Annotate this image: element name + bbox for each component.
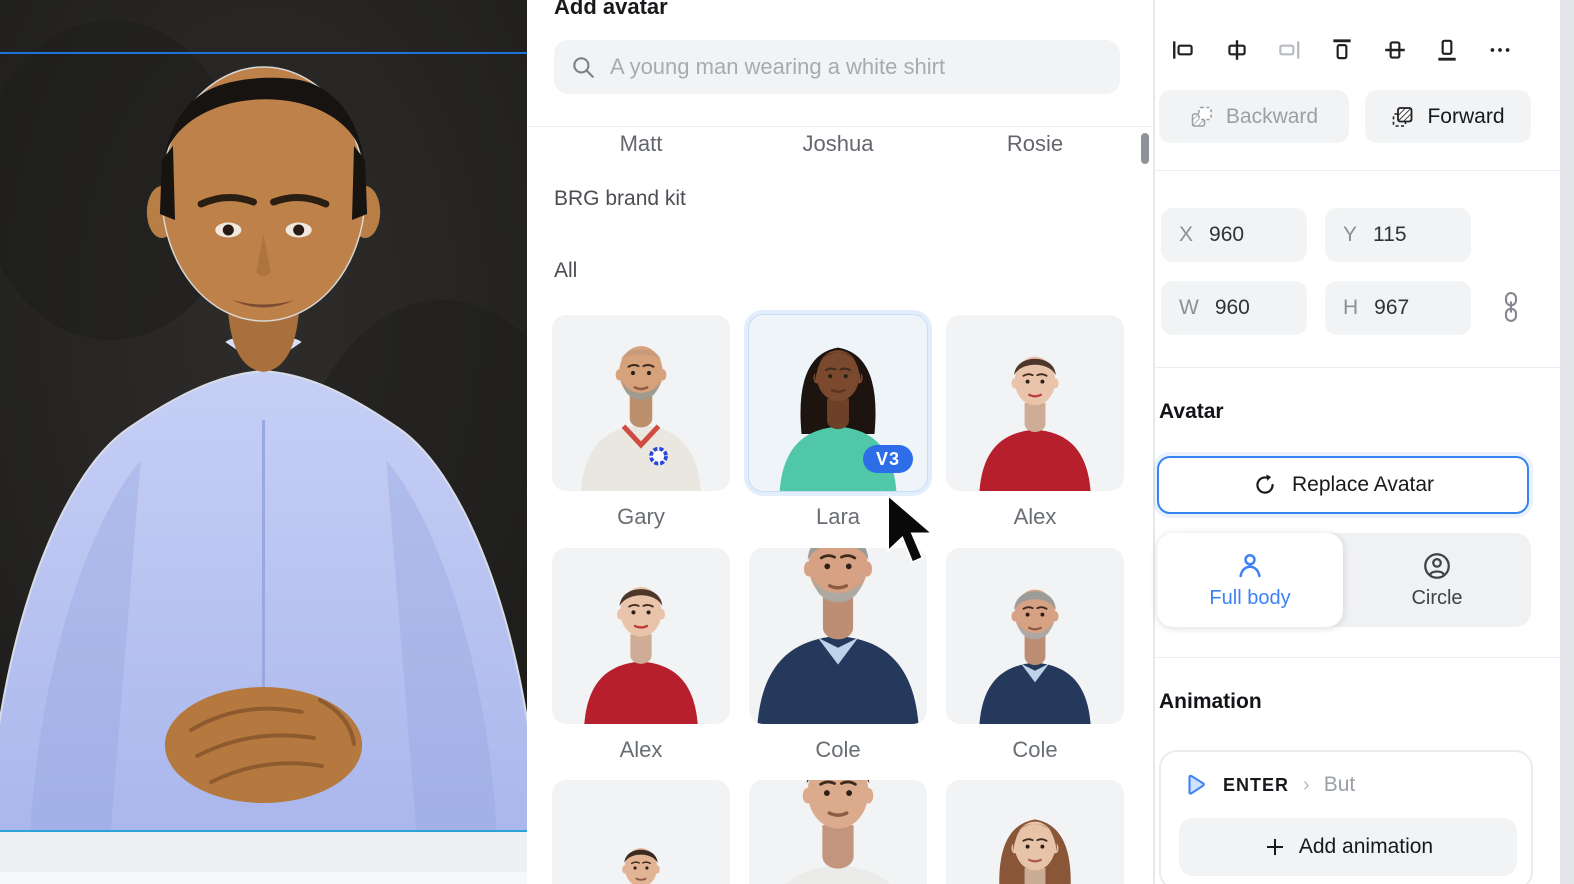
width-field[interactable]: W 960 — [1161, 281, 1307, 335]
add-avatar-panel: Add avatar Matt Joshua Rosie BRG brand k… — [527, 0, 1153, 884]
avatar-version-badge: V3 — [863, 445, 913, 473]
mode-full-body-label: Full body — [1209, 587, 1290, 610]
divider — [1155, 657, 1562, 658]
h-value: 967 — [1374, 296, 1409, 320]
bring-forward-button[interactable]: Forward — [1365, 90, 1531, 143]
section-all: All — [554, 259, 577, 283]
avatar-name: Cole — [749, 737, 927, 763]
divider — [1155, 367, 1562, 368]
avatar-search[interactable] — [554, 40, 1120, 94]
avatar-name: Matt — [551, 131, 731, 157]
avatar-card-cole[interactable] — [749, 548, 927, 724]
animation-enter-row[interactable]: ENTER › But — [1183, 772, 1355, 798]
animation-card: ENTER › But Add animation — [1159, 750, 1533, 884]
align-center-horizontal-icon[interactable] — [1222, 35, 1252, 65]
avatar-section-heading: Avatar — [1159, 400, 1224, 424]
avatar-cell: Alex — [946, 315, 1124, 530]
mode-circle[interactable]: Circle — [1343, 533, 1531, 627]
header-divider — [527, 126, 1153, 127]
search-input[interactable] — [610, 54, 1104, 80]
enter-animation-icon — [1183, 772, 1209, 798]
y-value: 115 — [1373, 223, 1406, 247]
avatar-name: Alex — [946, 504, 1124, 530]
w-value: 960 — [1215, 296, 1250, 320]
plus-icon — [1263, 835, 1287, 859]
send-backward-label: Backward — [1226, 105, 1318, 129]
y-label: Y — [1343, 223, 1357, 247]
avatar-cell: V3 Lara — [749, 315, 927, 530]
h-label: H — [1343, 296, 1358, 320]
mode-circle-label: Circle — [1411, 587, 1462, 610]
avatar-card-alex[interactable] — [552, 548, 730, 724]
avatar-cell — [749, 780, 927, 884]
send-backward-button[interactable]: Backward — [1159, 90, 1349, 143]
avatar-name: Gary — [552, 504, 730, 530]
height-field[interactable]: H 967 — [1325, 281, 1471, 335]
person-icon — [1235, 551, 1265, 581]
avatar-card-cole[interactable] — [946, 548, 1124, 724]
selection-border-top[interactable] — [0, 52, 527, 54]
align-left-icon[interactable] — [1169, 35, 1199, 65]
avatar-card-unnamed-7[interactable] — [749, 780, 927, 884]
refresh-icon — [1252, 472, 1278, 498]
animation-section-heading: Animation — [1159, 690, 1262, 714]
align-middle-vertical-icon[interactable] — [1380, 35, 1410, 65]
chevron-right-icon: › — [1303, 774, 1310, 797]
animation-value: But — [1324, 773, 1356, 797]
align-right-icon[interactable] — [1274, 35, 1304, 65]
avatar-card-lara[interactable]: V3 — [749, 315, 927, 491]
panel-title: Add avatar — [554, 0, 668, 20]
replace-avatar-button[interactable]: Replace Avatar — [1157, 456, 1529, 514]
add-animation-button[interactable]: Add animation — [1179, 818, 1517, 876]
section-brand-kit: BRG brand kit — [554, 187, 686, 211]
bring-forward-label: Forward — [1427, 105, 1504, 129]
avatar-cell — [946, 780, 1124, 884]
avatar-cell: Cole — [749, 548, 927, 763]
lock-aspect-ratio-icon[interactable] — [1499, 287, 1523, 327]
avatar-name: Joshua — [748, 131, 928, 157]
align-bottom-icon[interactable] — [1432, 35, 1462, 65]
inspector-panel: Backward Forward X 960 Y 115 W 960 H 967 — [1153, 0, 1560, 884]
window-edge — [1560, 0, 1574, 884]
bring-forward-icon — [1391, 105, 1415, 129]
mode-full-body[interactable]: Full body — [1157, 533, 1343, 627]
avatar-cell: Cole — [946, 548, 1124, 763]
x-label: X — [1179, 223, 1193, 247]
avatar-card-unnamed-8[interactable] — [946, 780, 1124, 884]
canvas-background — [0, 832, 527, 884]
avatar-card-gary[interactable] — [552, 315, 730, 491]
avatar-cell: Alex — [552, 548, 730, 763]
avatar-name: Lara — [749, 504, 927, 530]
x-value: 960 — [1209, 223, 1244, 247]
avatar-card-alex[interactable] — [946, 315, 1124, 491]
avatar-preview — [0, 0, 527, 832]
animation-trigger-label: ENTER — [1223, 775, 1289, 796]
video-canvas-avatar[interactable] — [0, 0, 527, 832]
avatar-card-unnamed-6[interactable] — [552, 780, 730, 884]
alignment-toolbar — [1169, 34, 1515, 66]
replace-avatar-label: Replace Avatar — [1292, 473, 1434, 497]
app-window: Add avatar Matt Joshua Rosie BRG brand k… — [0, 0, 1574, 884]
send-backward-icon — [1190, 105, 1214, 129]
avatar-name: Cole — [946, 737, 1124, 763]
w-label: W — [1179, 296, 1199, 320]
more-options-icon[interactable] — [1485, 35, 1515, 65]
align-top-icon[interactable] — [1327, 35, 1357, 65]
x-position-field[interactable]: X 960 — [1161, 208, 1307, 262]
add-animation-label: Add animation — [1299, 835, 1433, 859]
search-icon — [570, 54, 596, 80]
divider — [1155, 170, 1562, 171]
avatar-mode-toggle: Full body Circle — [1157, 533, 1531, 627]
scrollbar-thumb[interactable] — [1141, 133, 1149, 164]
avatar-name: Rosie — [945, 131, 1125, 157]
avatar-name: Alex — [552, 737, 730, 763]
avatar-cell — [552, 780, 730, 884]
person-circle-icon — [1422, 551, 1452, 581]
avatar-cell: Gary — [552, 315, 730, 530]
y-position-field[interactable]: Y 115 — [1325, 208, 1471, 262]
